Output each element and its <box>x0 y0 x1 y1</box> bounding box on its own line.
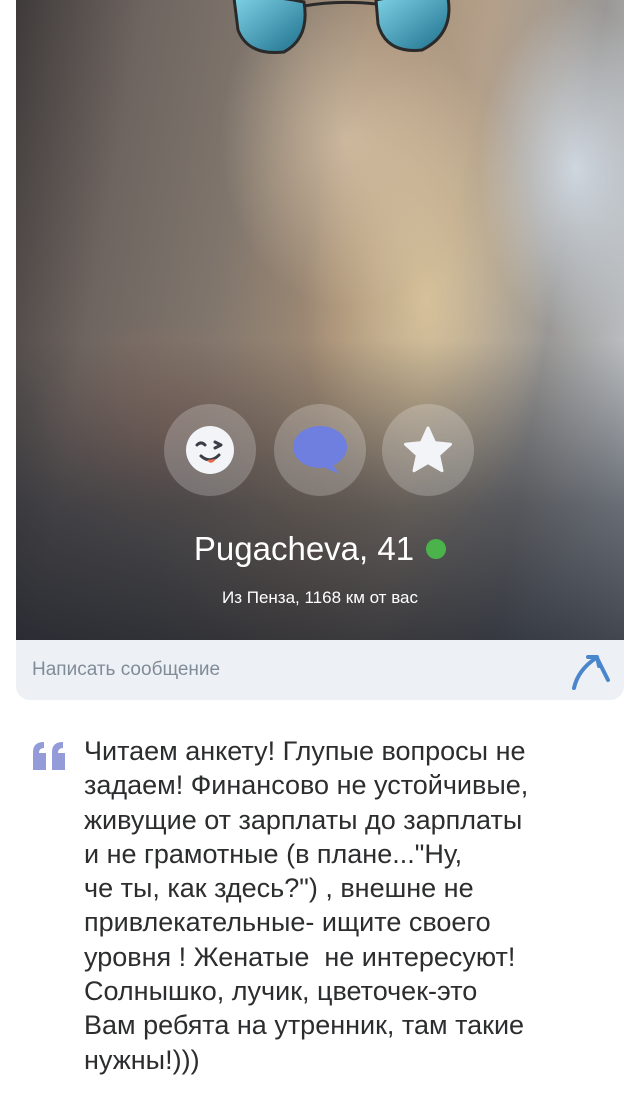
wink-button[interactable] <box>164 404 256 496</box>
favorite-button[interactable] <box>382 404 474 496</box>
profile-name-line: Pugacheva, 41 <box>16 530 624 568</box>
chat-bubble-icon <box>293 426 347 474</box>
profile-about-text: Читаем анкету! Глупые вопросы не задаем!… <box>84 736 529 1075</box>
profile-name-age: Pugacheva, 41 <box>193 530 415 567</box>
message-placeholder: Написать сообщение <box>32 659 221 680</box>
send-arrow-icon[interactable] <box>568 650 612 692</box>
online-status-dot <box>426 539 447 559</box>
profile-location: Из Пенза, 1168 км от вас <box>221 588 418 607</box>
star-icon <box>404 426 452 473</box>
sunglasses-graphic <box>232 0 451 55</box>
message-button[interactable] <box>274 404 366 496</box>
profile-card: Pugacheva, 41 Из Пенза, 1168 км от вас Н… <box>16 0 624 700</box>
message-input[interactable]: Написать сообщение <box>16 640 624 700</box>
profile-actions <box>16 404 624 496</box>
quote-icon <box>33 742 65 770</box>
wink-smiley-icon <box>186 426 234 474</box>
